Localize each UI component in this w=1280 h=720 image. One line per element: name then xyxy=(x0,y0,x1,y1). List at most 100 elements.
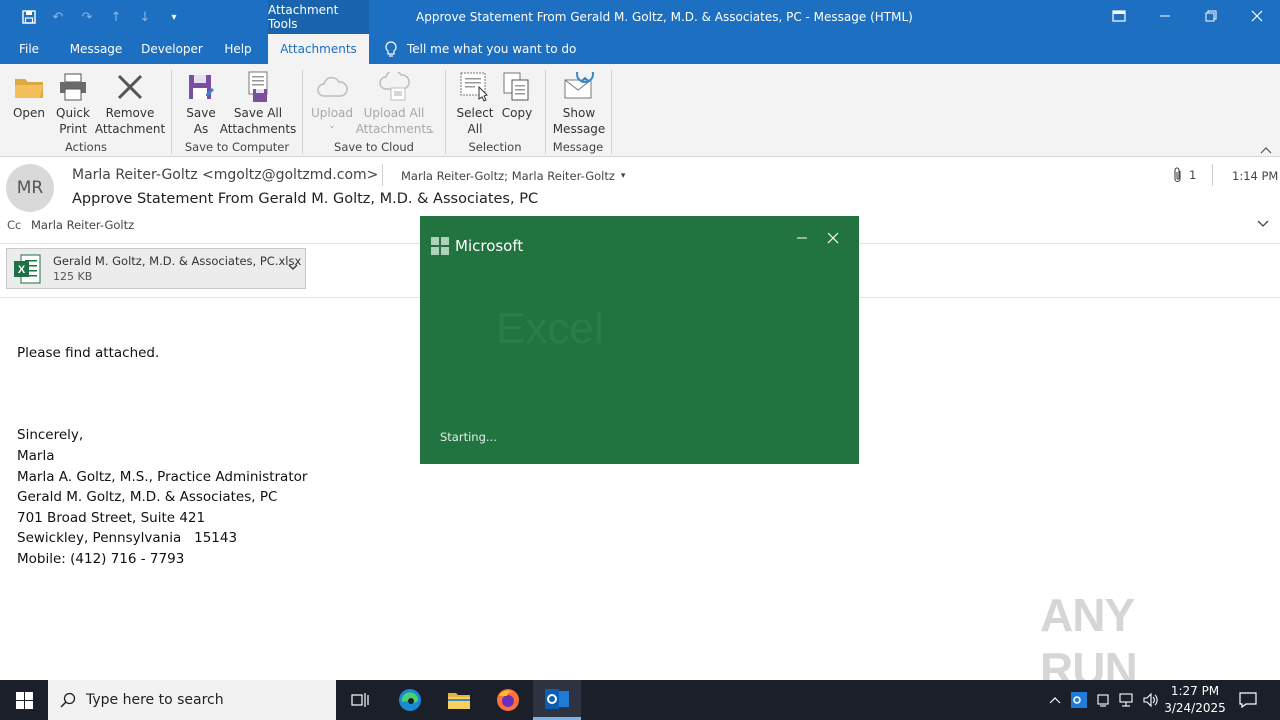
customize-qat-icon[interactable]: ▾ xyxy=(165,8,183,26)
tray-network-adapter[interactable] xyxy=(1094,680,1112,720)
speaker-icon xyxy=(1143,693,1158,707)
remove-attachment-button[interactable]: Remove Attachment xyxy=(95,70,165,137)
taskbar-firefox[interactable] xyxy=(484,680,532,720)
ribbon-tabs: File Message Developer Help Attachments … xyxy=(0,34,1280,64)
task-view-button[interactable] xyxy=(336,680,384,720)
tab-file[interactable]: File xyxy=(8,34,50,64)
message-body: Please find attached. Sincerely, Marla M… xyxy=(17,343,307,570)
outlook-tray-icon xyxy=(1071,692,1087,708)
save-all-attachments-button[interactable]: Save All Attachments xyxy=(220,70,296,137)
body-line: 701 Broad Street, Suite 421 xyxy=(17,509,206,526)
expand-header-icon[interactable] xyxy=(1257,217,1269,231)
recipients[interactable]: Marla Reiter-Goltz; Marla Reiter-Goltz ▾ xyxy=(401,169,625,183)
upload-button[interactable]: Upload ⌄ xyxy=(308,70,356,131)
tab-message[interactable]: Message xyxy=(62,34,130,64)
tray-volume[interactable] xyxy=(1141,680,1161,720)
copy-icon xyxy=(500,70,534,104)
taskbar: Type here to search 1:27 PM 3/24/2025 xyxy=(0,680,1280,720)
taskbar-outlook[interactable] xyxy=(533,680,581,720)
group-label-save-to-computer: Save to Computer xyxy=(184,140,290,154)
action-center-button[interactable] xyxy=(1234,680,1262,720)
body-line: Sincerely, xyxy=(17,427,84,444)
save-all-label-1: Save All xyxy=(233,106,283,120)
next-item-icon[interactable]: ↓ xyxy=(136,8,154,26)
taskbar-clock[interactable]: 1:27 PM 3/24/2025 xyxy=(1162,683,1228,717)
message-subject: Approve Statement From Gerald M. Goltz, … xyxy=(72,191,539,207)
previous-item-icon[interactable]: ↑ xyxy=(107,8,125,26)
body-line: Sewickley, Pennsylvania 15143 xyxy=(17,530,238,547)
remove-x-icon xyxy=(113,70,147,104)
copy-label: Copy xyxy=(501,106,533,120)
save-as-label-1: Save xyxy=(186,106,216,120)
restore-icon[interactable] xyxy=(1188,0,1234,32)
body-line: Marla A. Goltz, M.S., Practice Administr… xyxy=(17,468,308,485)
group-label-actions: Actions xyxy=(64,140,107,154)
copy-button[interactable]: Copy xyxy=(498,70,536,121)
open-button[interactable]: Open xyxy=(8,70,50,121)
microsoft-brand-label: Microsoft xyxy=(455,237,524,255)
body-line xyxy=(17,384,307,405)
tell-me-label: Tell me what you want to do xyxy=(407,42,577,56)
splash-close-icon[interactable] xyxy=(827,232,839,248)
upload-all-dropdown-icon: ⌄ xyxy=(428,126,436,136)
recipients-dropdown-icon: ▾ xyxy=(620,171,626,181)
clock-time: 1:27 PM xyxy=(1170,684,1220,698)
show-message-button[interactable]: Show Message xyxy=(552,70,606,137)
attachment-size: 125 KB xyxy=(53,270,93,283)
select-all-button[interactable]: Select All xyxy=(454,70,496,137)
group-separator xyxy=(611,70,612,154)
tray-network[interactable] xyxy=(1117,680,1137,720)
collapse-ribbon-icon[interactable] xyxy=(1260,144,1272,157)
save-as-icon xyxy=(184,70,218,104)
quick-print-label-1: Quick xyxy=(56,106,90,120)
window-title: Approve Statement From Gerald M. Goltz, … xyxy=(416,10,913,24)
group-separator xyxy=(445,70,446,154)
undo-icon[interactable]: ↶ xyxy=(49,8,67,26)
attachment-item[interactable]: X Gerald M. Goltz, M.D. & Associates, PC… xyxy=(6,248,306,289)
upload-all-label-1: Upload All xyxy=(363,106,425,120)
show-hidden-icons[interactable] xyxy=(1046,680,1064,720)
open-folder-icon xyxy=(12,70,46,104)
attachment-dropdown-icon[interactable] xyxy=(288,261,298,274)
cc-recipient[interactable]: Marla Reiter-Goltz xyxy=(31,218,134,232)
group-separator xyxy=(171,70,172,154)
taskbar-search-box[interactable]: Type here to search xyxy=(48,680,336,720)
excel-file-icon: X xyxy=(13,254,41,284)
quick-print-button[interactable]: Quick Print xyxy=(52,70,94,137)
group-label-save-to-cloud: Save to Cloud xyxy=(334,140,414,154)
chevron-up-icon xyxy=(1049,697,1061,704)
show-message-label-1: Show xyxy=(562,106,596,120)
excel-splash-window: Microsoft Excel Starting... xyxy=(420,216,859,464)
ribbon-display-options-icon[interactable] xyxy=(1096,0,1142,32)
avatar: MR xyxy=(6,164,54,212)
file-explorer-icon xyxy=(448,693,470,709)
select-all-icon xyxy=(458,70,492,104)
anyrun-watermark: ANY RUN xyxy=(1040,589,1240,695)
outlook-icon xyxy=(545,688,569,709)
header-separator xyxy=(382,164,383,186)
save-as-button[interactable]: Save As xyxy=(180,70,222,137)
device-icon xyxy=(1097,694,1109,707)
tab-attachments[interactable]: Attachments xyxy=(268,34,369,64)
taskbar-file-explorer[interactable] xyxy=(435,680,483,720)
tell-me-search[interactable]: Tell me what you want to do xyxy=(384,34,576,64)
upload-all-attachments-button[interactable]: Upload All Attachments xyxy=(352,70,436,137)
tray-outlook[interactable] xyxy=(1069,680,1089,720)
notification-icon xyxy=(1239,692,1257,708)
group-label-selection: Selection xyxy=(468,140,522,154)
tab-developer[interactable]: Developer xyxy=(138,34,206,64)
minimize-icon[interactable] xyxy=(1142,0,1188,32)
taskbar-edge[interactable] xyxy=(386,680,434,720)
open-label: Open xyxy=(12,106,46,120)
splash-minimize-icon[interactable] xyxy=(796,232,808,248)
tab-help[interactable]: Help xyxy=(216,34,260,64)
start-button[interactable] xyxy=(0,680,48,720)
svg-text:X: X xyxy=(18,264,26,276)
redo-icon[interactable]: ↷ xyxy=(78,8,96,26)
save-icon[interactable] xyxy=(20,8,38,26)
printer-icon xyxy=(56,70,90,104)
windows-logo-icon xyxy=(15,691,33,709)
close-icon[interactable] xyxy=(1234,0,1280,32)
upload-dropdown-icon: ⌄ xyxy=(328,121,336,131)
sender[interactable]: Marla Reiter-Goltz <mgoltz@goltzmd.com> xyxy=(72,167,378,183)
